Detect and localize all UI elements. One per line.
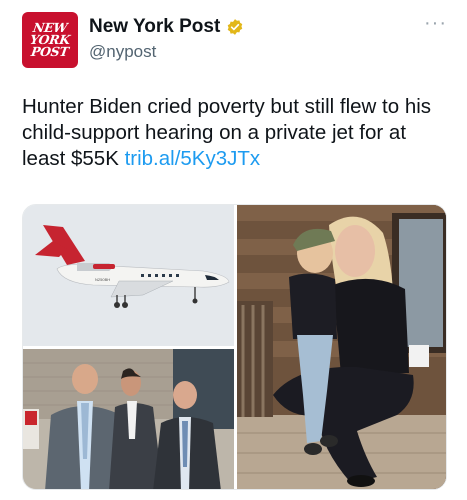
display-name[interactable]: New York Post [89,16,220,38]
tweet-text: Hunter Biden cried poverty but still fle… [22,94,447,172]
suits-illustration [23,349,234,489]
verified-badge-icon [228,19,243,35]
men-in-suits-photo[interactable] [23,349,234,489]
media-grid: N250BH [22,204,447,490]
avatar[interactable]: NEW YORK POST [22,12,78,68]
jet-illustration: N250BH [23,205,234,346]
account-names: New York Post @nypost [89,16,244,62]
handle[interactable]: @nypost [89,42,244,62]
tweet-link[interactable]: trib.al/5Ky3JTx [125,147,261,170]
tail-number: N250BH [95,277,110,282]
display-name-row[interactable]: New York Post [89,16,244,38]
private-jet-photo[interactable]: N250BH [23,205,234,346]
more-options-icon[interactable]: ··· [424,12,447,35]
woman-child-illustration [237,205,446,489]
avatar-line-3: POST [30,44,70,59]
tweet-header: NEW YORK POST New York Post @nypost ··· [22,12,447,70]
woman-and-child-photo[interactable] [237,205,446,489]
